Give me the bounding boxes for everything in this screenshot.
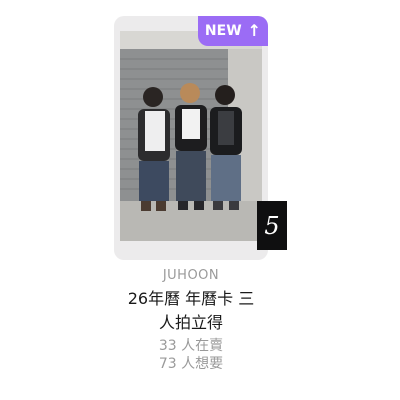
arrow-up-icon: ↑: [247, 21, 262, 40]
new-badge-label: NEW: [204, 23, 242, 39]
page: NEW ↑ 5 JUHOON 26年曆 年曆卡 三 人拍立得 33 人在賣 73…: [0, 0, 400, 400]
polaroid-photo[interactable]: [120, 31, 262, 241]
new-badge: NEW ↑: [198, 16, 268, 46]
product-title-line-2: 人拍立得: [158, 313, 223, 332]
artist-name: JUHOON: [162, 268, 220, 283]
product-title[interactable]: 26年曆 年曆卡 三 人拍立得: [100, 287, 282, 335]
selling-count: 33 人在賣: [158, 338, 224, 354]
wanting-count: 73 人想要: [158, 356, 224, 372]
product-info: JUHOON 26年曆 年曆卡 三 人拍立得 33 人在賣 73 人想要: [100, 268, 282, 373]
product-title-line-1: 26年曆 年曆卡 三: [127, 289, 255, 308]
rank-badge: 5: [257, 201, 287, 250]
product-card[interactable]: NEW ↑: [114, 16, 268, 260]
polaroid-photo-image: [120, 31, 262, 241]
